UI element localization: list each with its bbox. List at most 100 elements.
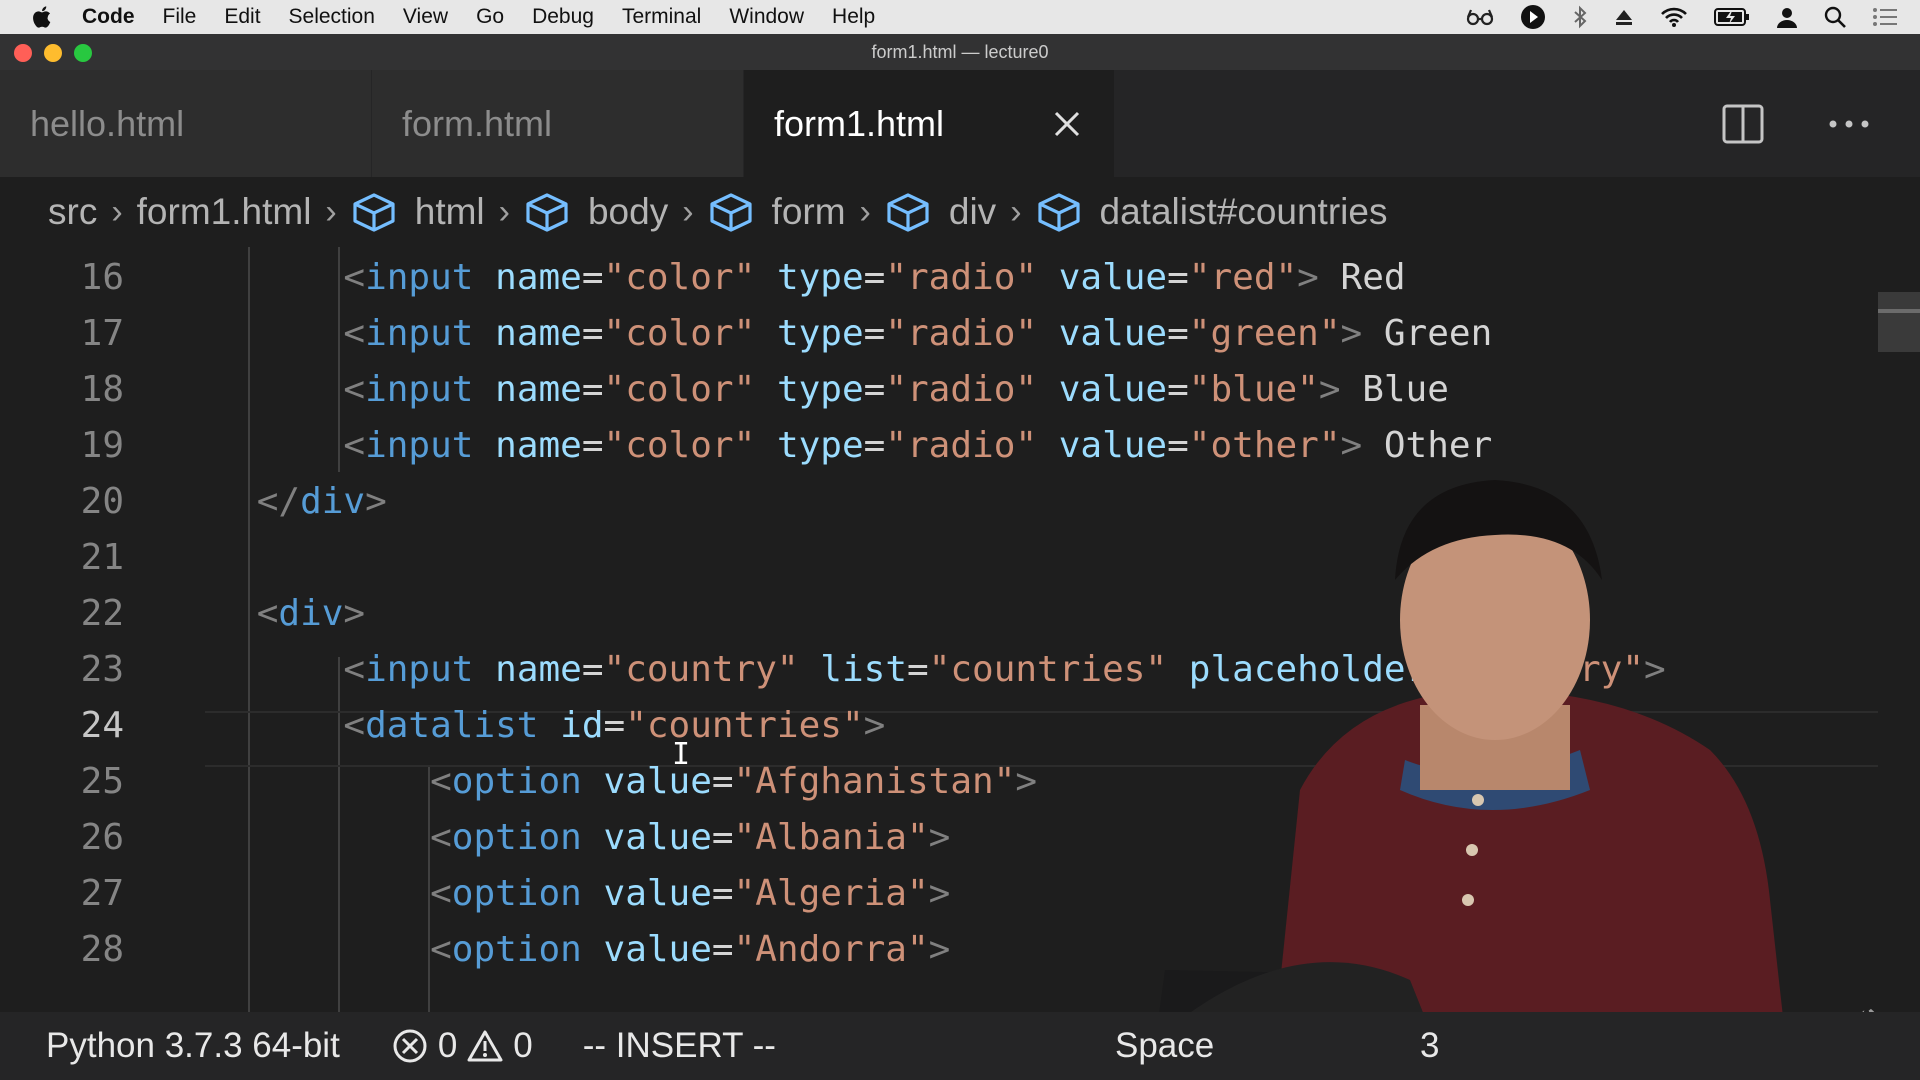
code-token-str: "Afghanistan": [733, 761, 1016, 802]
tab-label: hello.html: [30, 102, 185, 144]
code-token-punc: <: [343, 705, 366, 746]
code-token-punc: >: [1015, 761, 1038, 802]
code-token-txt: =: [711, 761, 734, 802]
split-editor-icon[interactable]: [1722, 104, 1764, 144]
tab-label: form.html: [402, 102, 553, 144]
breadcrumb-item-html[interactable]: html: [351, 191, 485, 233]
battery-icon[interactable]: [1714, 7, 1750, 27]
symbol-cube-icon: [526, 193, 568, 232]
apple-logo-icon[interactable]: [30, 4, 56, 30]
presenter-video-overlay: [1150, 480, 1790, 1080]
eject-icon[interactable]: [1614, 7, 1634, 27]
warning-icon: [467, 1030, 503, 1062]
code-token-tag: option: [451, 761, 582, 802]
code-token-punc: <: [343, 313, 366, 354]
spotlight-search-icon[interactable]: [1824, 6, 1846, 28]
wifi-icon[interactable]: [1660, 6, 1688, 28]
minimize-window-button[interactable]: [44, 44, 62, 62]
menu-view[interactable]: View: [403, 5, 448, 29]
code-token-tag: div: [300, 481, 366, 522]
menu-window[interactable]: Window: [729, 5, 804, 29]
tab-form1-html[interactable]: form1.html: [744, 70, 1115, 177]
editor-tab-bar: hello.html form.html form1.html: [0, 70, 1920, 177]
breadcrumb-item-form[interactable]: form: [708, 191, 846, 233]
breadcrumb-label: datalist#countries: [1099, 191, 1388, 232]
code-token-str: "color": [603, 369, 756, 410]
code-token-attr: value: [603, 817, 712, 858]
python-interpreter-status[interactable]: Python 3.7.3 64-bit: [46, 1026, 340, 1066]
breadcrumb-label: body: [587, 191, 669, 232]
code-text: <option value="Albania">: [170, 810, 950, 866]
window-title-bar: form1.html — lecture0: [0, 34, 1920, 70]
close-icon[interactable]: [1052, 109, 1082, 139]
line-number: 16: [80, 257, 124, 298]
symbol-cube-icon: [709, 193, 752, 232]
more-actions-icon[interactable]: [1828, 119, 1870, 129]
breadcrumb-item-file[interactable]: form1.html: [137, 191, 312, 233]
code-token-str: "color": [603, 257, 756, 298]
symbol-cube-icon: [353, 193, 395, 232]
play-circle-icon[interactable]: [1520, 4, 1546, 30]
menu-help[interactable]: Help: [832, 5, 875, 29]
code-token-punc: </: [256, 481, 301, 522]
window-controls: [14, 44, 92, 62]
code-token-str: "color": [603, 313, 756, 354]
code-token-tag: input: [365, 649, 474, 690]
menu-selection[interactable]: Selection: [289, 5, 375, 29]
code-text: <input name="color" type="radio" value="…: [170, 250, 1405, 306]
breadcrumb-item-datalist[interactable]: datalist#countries: [1036, 191, 1388, 233]
code-token-str: "blue": [1188, 369, 1319, 410]
user-icon[interactable]: [1776, 6, 1798, 28]
code-token-txt: Green: [1362, 313, 1493, 354]
code-token-str: "country": [603, 649, 799, 690]
code-line[interactable]: 17 <input name="color" type="radio" valu…: [0, 306, 1878, 362]
code-token-tag: datalist: [365, 705, 539, 746]
code-token-txt: =: [581, 425, 604, 466]
indentation-status[interactable]: Space: [1115, 1026, 1214, 1066]
code-token-punc: >: [928, 817, 951, 858]
menu-go[interactable]: Go: [476, 5, 504, 29]
code-line[interactable]: 18 <input name="color" type="radio" valu…: [0, 362, 1878, 418]
menu-app-name[interactable]: Code: [82, 5, 135, 29]
glasses-icon[interactable]: [1466, 7, 1494, 27]
code-token-punc: <: [256, 593, 279, 634]
menu-edit[interactable]: Edit: [224, 5, 260, 29]
menu-debug[interactable]: Debug: [532, 5, 594, 29]
indentation-status-tail: 3: [1420, 1026, 1440, 1065]
chevron-right-icon: ›: [1010, 192, 1022, 231]
macos-menu-bar: Code File Edit Selection View Go Debug T…: [0, 0, 1920, 34]
code-text: </div>: [170, 474, 387, 530]
code-line[interactable]: 16 <input name="color" type="radio" valu…: [0, 250, 1878, 306]
line-number: 21: [80, 537, 124, 578]
code-text: <input name="color" type="radio" value="…: [170, 306, 1492, 362]
notification-center-icon[interactable]: [1872, 7, 1898, 27]
code-token-attr: type: [776, 313, 864, 354]
window-title: form1.html — lecture0: [871, 41, 1049, 62]
code-token-attr: value: [603, 761, 712, 802]
menu-file[interactable]: File: [163, 5, 197, 29]
code-text: <option value="Algeria">: [170, 866, 950, 922]
tab-hello-html[interactable]: hello.html: [0, 70, 372, 177]
problems-status[interactable]: 0 0: [392, 1026, 533, 1066]
line-number: 17: [80, 313, 124, 354]
code-token-txt: Blue: [1340, 369, 1449, 410]
breadcrumb-item-src[interactable]: src: [48, 191, 97, 233]
menu-terminal[interactable]: Terminal: [622, 5, 701, 29]
breadcrumb-item-body[interactable]: body: [524, 191, 668, 233]
close-window-button[interactable]: [14, 44, 32, 62]
code-text: <option value="Afghanistan">: [170, 754, 1037, 810]
code-token-str: "Albania": [733, 817, 929, 858]
breadcrumb-item-div[interactable]: div: [885, 191, 996, 233]
editor-scrollbar[interactable]: [1878, 292, 1920, 352]
tab-form-html[interactable]: form.html: [372, 70, 744, 177]
bluetooth-icon[interactable]: [1572, 5, 1588, 29]
zoom-window-button[interactable]: [74, 44, 92, 62]
code-token-attr: value: [1058, 313, 1168, 354]
code-token-str: "radio": [885, 313, 1038, 354]
status-bar: Python 3.7.3 64-bit 0 0 -- INSERT -- Spa…: [0, 1012, 1920, 1080]
